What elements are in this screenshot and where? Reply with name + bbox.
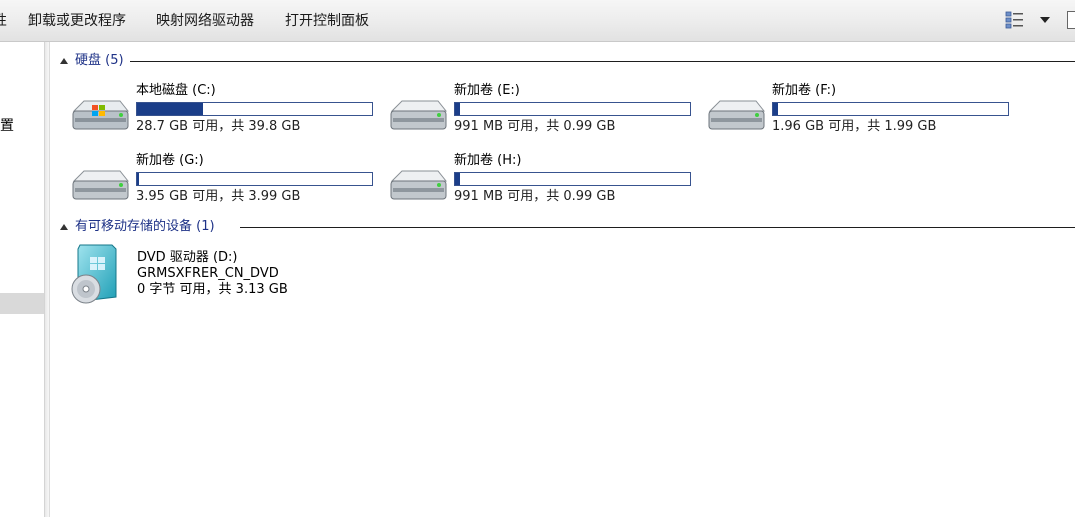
nav-selected-item[interactable] — [0, 293, 44, 314]
drive-name: DVD 驱动器 (D:) — [137, 250, 238, 265]
command-toolbar: 性 卸载或更改程序 映射网络驱动器 打开控制面板 — [0, 0, 1075, 42]
drive-free-space: 28.7 GB 可用，共 39.8 GB — [136, 119, 301, 134]
group-divider — [240, 227, 1075, 228]
drive-item-c[interactable]: 本地磁盘 (C:) 28.7 GB 可用，共 39.8 GB — [70, 83, 373, 141]
drive-usage-bar — [454, 172, 691, 186]
drive-name: 本地磁盘 (C:) — [136, 83, 216, 98]
drive-free-space: 991 MB 可用，共 0.99 GB — [454, 189, 616, 204]
drive-name: 新加卷 (H:) — [454, 153, 522, 168]
drive-usage-bar — [136, 102, 373, 116]
drive-free-space: 0 字节 可用，共 3.13 GB — [137, 282, 288, 297]
drive-item-h[interactable]: 新加卷 (H:) 991 MB 可用，共 0.99 GB — [388, 153, 691, 211]
drive-icon — [390, 170, 448, 200]
drive-usage-fill — [137, 173, 140, 185]
drive-free-space: 991 MB 可用，共 0.99 GB — [454, 119, 616, 134]
drive-name: 新加卷 (F:) — [772, 83, 837, 98]
collapse-triangle-icon[interactable] — [60, 224, 68, 230]
dvd-icon — [71, 244, 117, 304]
drive-usage-bar — [136, 172, 373, 186]
drive-item-e[interactable]: 新加卷 (E:) 991 MB 可用，共 0.99 GB — [388, 83, 691, 141]
view-options-dropdown-icon[interactable] — [1040, 17, 1050, 23]
drive-usage-fill — [455, 173, 460, 185]
drive-free-space: 3.95 GB 可用，共 3.99 GB — [136, 189, 301, 204]
drive-usage-fill — [773, 103, 778, 115]
system-drive-icon — [72, 100, 130, 130]
drive-item-f[interactable]: 新加卷 (F:) 1.96 GB 可用，共 1.99 GB — [706, 83, 1009, 141]
open-control-panel-button[interactable]: 打开控制面板 — [285, 12, 369, 30]
preview-pane-icon[interactable] — [1067, 11, 1075, 29]
drive-name: 新加卷 (E:) — [454, 83, 520, 98]
drive-free-space: 1.96 GB 可用，共 1.99 GB — [772, 119, 937, 134]
navigation-pane: 置 — [0, 42, 45, 517]
drive-usage-bar — [454, 102, 691, 116]
volume-label: GRMSXFRER_CN_DVD — [137, 266, 279, 281]
drive-icon — [708, 100, 766, 130]
drive-icon — [72, 170, 130, 200]
uninstall-program-button[interactable]: 卸载或更改程序 — [28, 12, 126, 30]
drive-icon — [390, 100, 448, 130]
drive-usage-fill — [137, 103, 203, 115]
toolbar-item-partial[interactable]: 性 — [0, 12, 7, 30]
group-divider — [130, 61, 1075, 62]
change-view-icon[interactable] — [1005, 11, 1025, 29]
map-network-drive-button[interactable]: 映射网络驱动器 — [156, 12, 254, 30]
drive-usage-fill — [455, 103, 460, 115]
pane-splitter[interactable] — [45, 42, 50, 517]
group-header-removable[interactable]: 有可移动存储的设备 (1) — [60, 219, 1075, 235]
group-title: 有可移动存储的设备 (1) — [75, 219, 221, 235]
nav-item-label[interactable]: 置 — [0, 118, 14, 134]
collapse-triangle-icon[interactable] — [60, 58, 68, 64]
drive-item-g[interactable]: 新加卷 (G:) 3.95 GB 可用，共 3.99 GB — [70, 153, 373, 211]
group-header-hard-disks[interactable]: 硬盘 (5) — [60, 53, 1075, 69]
drive-usage-bar — [772, 102, 1009, 116]
drive-name: 新加卷 (G:) — [136, 153, 204, 168]
group-title: 硬盘 (5) — [75, 53, 130, 69]
